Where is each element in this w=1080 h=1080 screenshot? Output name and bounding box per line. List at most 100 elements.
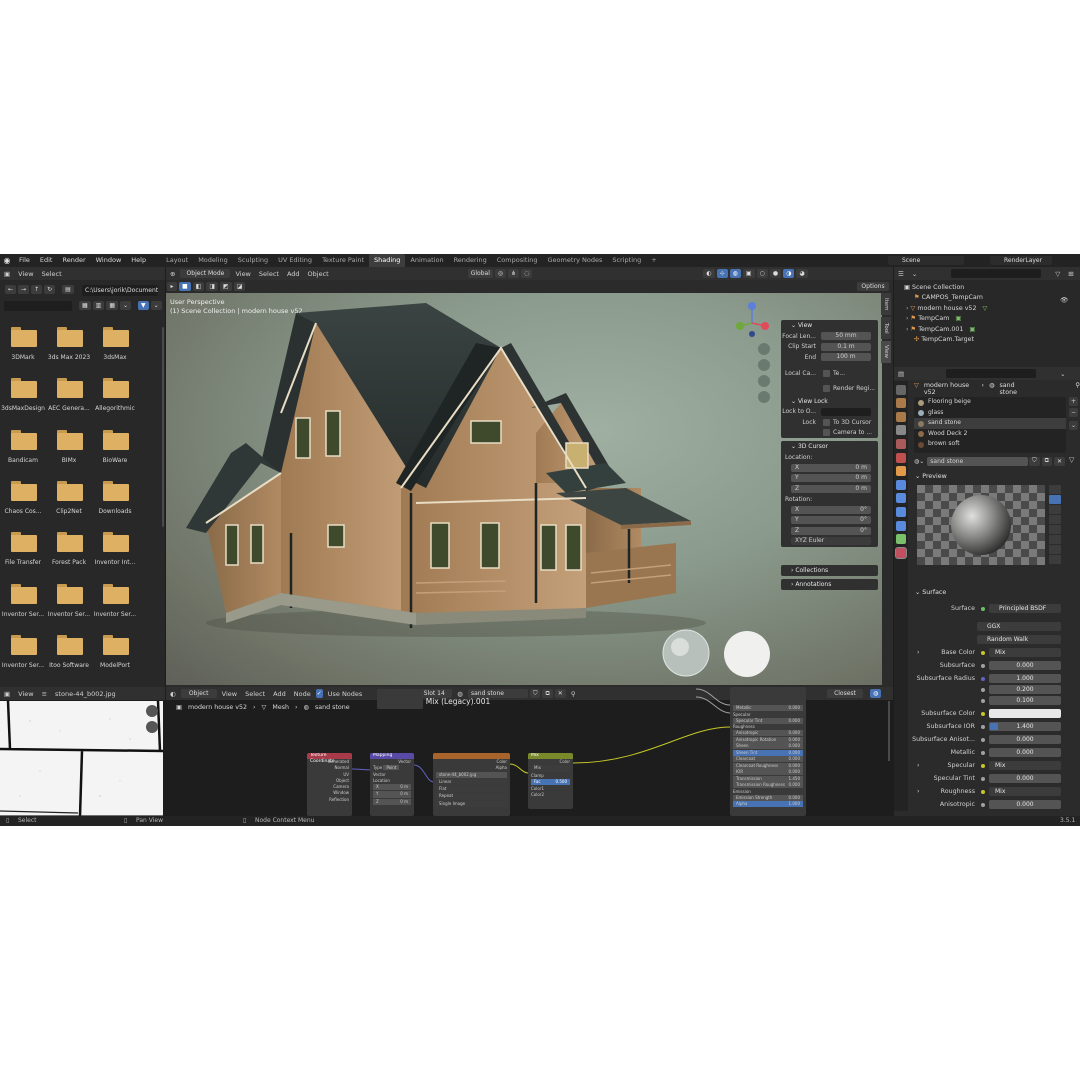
- fb-menu-select[interactable]: Select: [38, 270, 66, 278]
- preview-panel-header[interactable]: ⌄ Preview: [909, 471, 1080, 482]
- parent-dir-icon[interactable]: ↑: [31, 285, 43, 294]
- projection-dropdown[interactable]: Flat: [436, 786, 507, 793]
- outliner-item[interactable]: › ⚑ TempCam.001 ▣: [894, 325, 1080, 335]
- tab-modeling[interactable]: Modeling: [193, 254, 233, 267]
- preview-sphere-icon[interactable]: [1049, 495, 1061, 504]
- folder-item[interactable]: ModelPort: [92, 634, 138, 685]
- tab-geometry-nodes[interactable]: Geometry Nodes: [543, 254, 608, 267]
- socket-reflection[interactable]: Reflection: [307, 797, 352, 803]
- cursor-location-y[interactable]: Y 0 m: [791, 474, 871, 483]
- render-region-checkbox[interactable]: [823, 384, 830, 392]
- bsdf-socket-row[interactable]: Clearcoat 0.000: [733, 756, 803, 762]
- camera-view-icon[interactable]: [758, 375, 770, 387]
- property-field[interactable]: 0.000: [989, 748, 1061, 757]
- navigation-gizmo[interactable]: [727, 298, 777, 348]
- bsdf-socket-row[interactable]: IOR 0.000: [733, 769, 803, 775]
- cursor-location-z[interactable]: Z 0 m: [791, 484, 871, 493]
- location-y-field[interactable]: Y 0 m: [373, 791, 411, 798]
- cursor-rotation-z[interactable]: Z 0°: [791, 526, 871, 535]
- panel-annotations-header[interactable]: › Annotations: [781, 579, 878, 590]
- node-menu-add[interactable]: Add: [269, 690, 290, 698]
- folder-item[interactable]: 3dsMax: [92, 327, 138, 377]
- surface-shader-field[interactable]: Principled BSDF: [989, 604, 1061, 613]
- local-camera-field[interactable]: Te...: [833, 370, 845, 377]
- search-input[interactable]: [4, 301, 72, 311]
- clip-start-field[interactable]: 0.1 m: [821, 342, 871, 351]
- pin-icon[interactable]: ⚲: [567, 690, 580, 698]
- folder-item[interactable]: Itoo Software: [46, 634, 92, 685]
- bsdf-socket-row[interactable]: Transmission 1.450: [733, 775, 803, 782]
- breadcrumb-object[interactable]: modern house v52: [188, 704, 247, 711]
- property-field[interactable]: 1.400: [989, 722, 1061, 731]
- material-name-field[interactable]: sand stone: [927, 456, 1029, 466]
- tab-uv-editing[interactable]: UV Editing: [273, 254, 317, 267]
- tool-tab-icon[interactable]: [896, 384, 906, 395]
- transform-orientation-selector[interactable]: Global: [467, 269, 493, 278]
- preview-shaderball-icon[interactable]: [1049, 525, 1061, 534]
- display-mode-icon[interactable]: ▦: [79, 301, 91, 310]
- visibility-icon[interactable]: ◐: [703, 269, 715, 278]
- node-image-texture[interactable]: Color Alpha stone-44_b002.jpg Linear Fla…: [433, 753, 510, 816]
- bsdf-socket-row[interactable]: Sheen 0.000: [733, 743, 803, 749]
- node-mix[interactable]: Mix Color Mix Clamp Fac 0.500 Color1 Col…: [528, 753, 573, 809]
- panel-view-lock-header[interactable]: ⌄ View Lock: [781, 396, 878, 407]
- outliner-item-scene-collection[interactable]: ▣ Scene Collection: [894, 283, 1080, 293]
- node-texture-coordinate[interactable]: Texture Coordinate Generated Normal UV O…: [307, 753, 352, 816]
- folder-item[interactable]: 3DMark: [0, 327, 46, 377]
- duplicate-material-icon[interactable]: ⧉: [542, 689, 553, 698]
- folder-item[interactable]: Inventor Int...: [92, 532, 138, 582]
- editor-type-icon[interactable]: ▣: [0, 690, 14, 698]
- location-z-field[interactable]: Z 0 m: [373, 798, 411, 806]
- property-field[interactable]: 0.200: [989, 685, 1061, 694]
- menu-edit[interactable]: Edit: [35, 254, 58, 267]
- display-mode-icon[interactable]: ⌄: [908, 270, 921, 278]
- sort-icon[interactable]: ▥: [92, 301, 105, 310]
- sidebar-annotations-panel[interactable]: › Annotations: [781, 579, 878, 590]
- editor-type-icon[interactable]: ⊕: [166, 270, 179, 278]
- type-value[interactable]: Point: [383, 765, 400, 771]
- cursor-rotation-x[interactable]: X 0°: [791, 505, 871, 514]
- interpolation-selector[interactable]: Closest: [827, 689, 863, 698]
- bsdf-socket-row[interactable]: Anisotropic Rotation 0.000: [733, 736, 803, 743]
- bsdf-socket-row[interactable]: Specular Tint 0.000: [733, 717, 803, 724]
- unlink-material-icon[interactable]: ✕: [554, 689, 566, 698]
- folder-item[interactable]: BioWare: [92, 429, 138, 480]
- fac-field[interactable]: Fac 0.500: [531, 778, 570, 786]
- scene-tab-icon[interactable]: [896, 438, 906, 449]
- property-field[interactable]: 0.000: [989, 774, 1061, 783]
- folder-item[interactable]: 3dsMaxDesign: [0, 378, 46, 428]
- lock-to-object-field[interactable]: [821, 407, 871, 416]
- breadcrumb-material[interactable]: sand stone: [315, 704, 350, 711]
- fake-user-icon[interactable]: ⛉: [1029, 456, 1040, 466]
- cursor-location-x[interactable]: X 0 m: [791, 463, 871, 472]
- folder-item[interactable]: Clip2Net: [46, 480, 92, 531]
- property-field[interactable]: 0.000: [989, 735, 1061, 744]
- select-intersect-icon[interactable]: ◪: [233, 282, 246, 291]
- 3d-viewport[interactable]: User Perspective (1) Scene Collection | …: [166, 293, 882, 685]
- lock-to-cursor-checkbox[interactable]: [823, 418, 830, 426]
- distribution-dropdown[interactable]: GGX: [977, 622, 1061, 631]
- tab-animation[interactable]: Animation: [405, 254, 448, 267]
- use-nodes-checkbox[interactable]: ✓: [315, 689, 323, 698]
- shading-rendered-icon[interactable]: ◕: [796, 269, 808, 278]
- folder-item[interactable]: AEC Genera...: [46, 378, 92, 428]
- shading-wireframe-icon[interactable]: ○: [756, 269, 768, 278]
- folder-item[interactable]: Downloads: [92, 480, 138, 531]
- zoom-icon[interactable]: [758, 343, 770, 355]
- browse-filter-icon[interactable]: ▽: [1069, 456, 1074, 464]
- select-box-icon[interactable]: ■: [179, 282, 191, 291]
- bsdf-socket-row[interactable]: Emission Strength 0.000: [733, 794, 803, 801]
- refresh-icon[interactable]: ↻: [44, 285, 56, 294]
- bsdf-socket-row[interactable]: Clearcoat Roughness 0.000: [733, 762, 803, 769]
- options-button[interactable]: Options: [857, 282, 889, 291]
- menu-help[interactable]: Help: [126, 254, 151, 267]
- node-partial-top[interactable]: [377, 689, 423, 709]
- surface-panel-header[interactable]: ⌄ Surface: [909, 587, 1080, 598]
- viewport-menu-object[interactable]: Object: [304, 270, 333, 278]
- tab-rendering[interactable]: Rendering: [449, 254, 492, 267]
- cursor-rotation-y[interactable]: Y 0°: [791, 516, 871, 525]
- ortho-grid-icon[interactable]: [758, 391, 770, 403]
- menu-file[interactable]: File: [14, 254, 35, 267]
- preview-world-icon[interactable]: [1049, 555, 1061, 564]
- editor-type-icon[interactable]: ☰: [894, 270, 908, 278]
